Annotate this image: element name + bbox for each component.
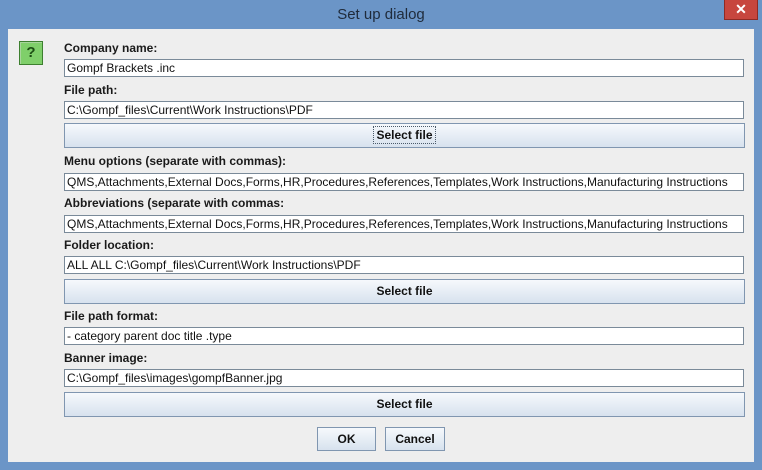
file-path-select-button[interactable]: Select file bbox=[64, 123, 745, 148]
menu-options-label: Menu options (separate with commas): bbox=[64, 154, 287, 168]
close-icon: ✕ bbox=[735, 1, 747, 17]
banner-image-field[interactable]: C:\Gompf_files\images\gompfBanner.jpg bbox=[64, 369, 744, 387]
banner-image-select-label: Select file bbox=[376, 397, 433, 411]
company-name-label: Company name: bbox=[64, 41, 158, 55]
banner-image-select-button[interactable]: Select file bbox=[64, 392, 745, 417]
ok-button[interactable]: OK bbox=[317, 427, 376, 451]
dialog-content: ? Company name: Gompf Brackets .inc File… bbox=[8, 29, 754, 462]
folder-location-select-label: Select file bbox=[376, 284, 433, 298]
file-path-select-label: Select file bbox=[373, 126, 436, 144]
file-path-field[interactable]: C:\Gompf_files\Current\Work Instructions… bbox=[64, 101, 744, 119]
menu-options-field[interactable]: QMS,Attachments,External Docs,Forms,HR,P… bbox=[64, 173, 744, 191]
folder-location-field[interactable]: ALL ALL C:\Gompf_files\Current\Work Inst… bbox=[64, 256, 744, 274]
dialog-title: Set up dialog bbox=[337, 6, 425, 23]
file-path-format-field[interactable]: - category parent doc title .type bbox=[64, 327, 744, 345]
abbreviations-field[interactable]: QMS,Attachments,External Docs,Forms,HR,P… bbox=[64, 215, 744, 233]
cancel-button[interactable]: Cancel bbox=[385, 427, 445, 451]
close-button[interactable]: ✕ bbox=[724, 0, 758, 20]
folder-location-select-button[interactable]: Select file bbox=[64, 279, 745, 304]
folder-location-label: Folder location: bbox=[64, 238, 154, 252]
question-icon: ? bbox=[19, 41, 43, 65]
banner-image-label: Banner image: bbox=[64, 351, 148, 365]
abbreviations-label: Abbreviations (separate with commas: bbox=[64, 196, 285, 210]
company-name-field[interactable]: Gompf Brackets .inc bbox=[64, 59, 744, 77]
file-path-format-label: File path format: bbox=[64, 309, 159, 323]
file-path-label: File path: bbox=[64, 83, 118, 97]
setup-dialog-window: Set up dialog ✕ ? Company name: Gompf Br… bbox=[0, 0, 762, 470]
